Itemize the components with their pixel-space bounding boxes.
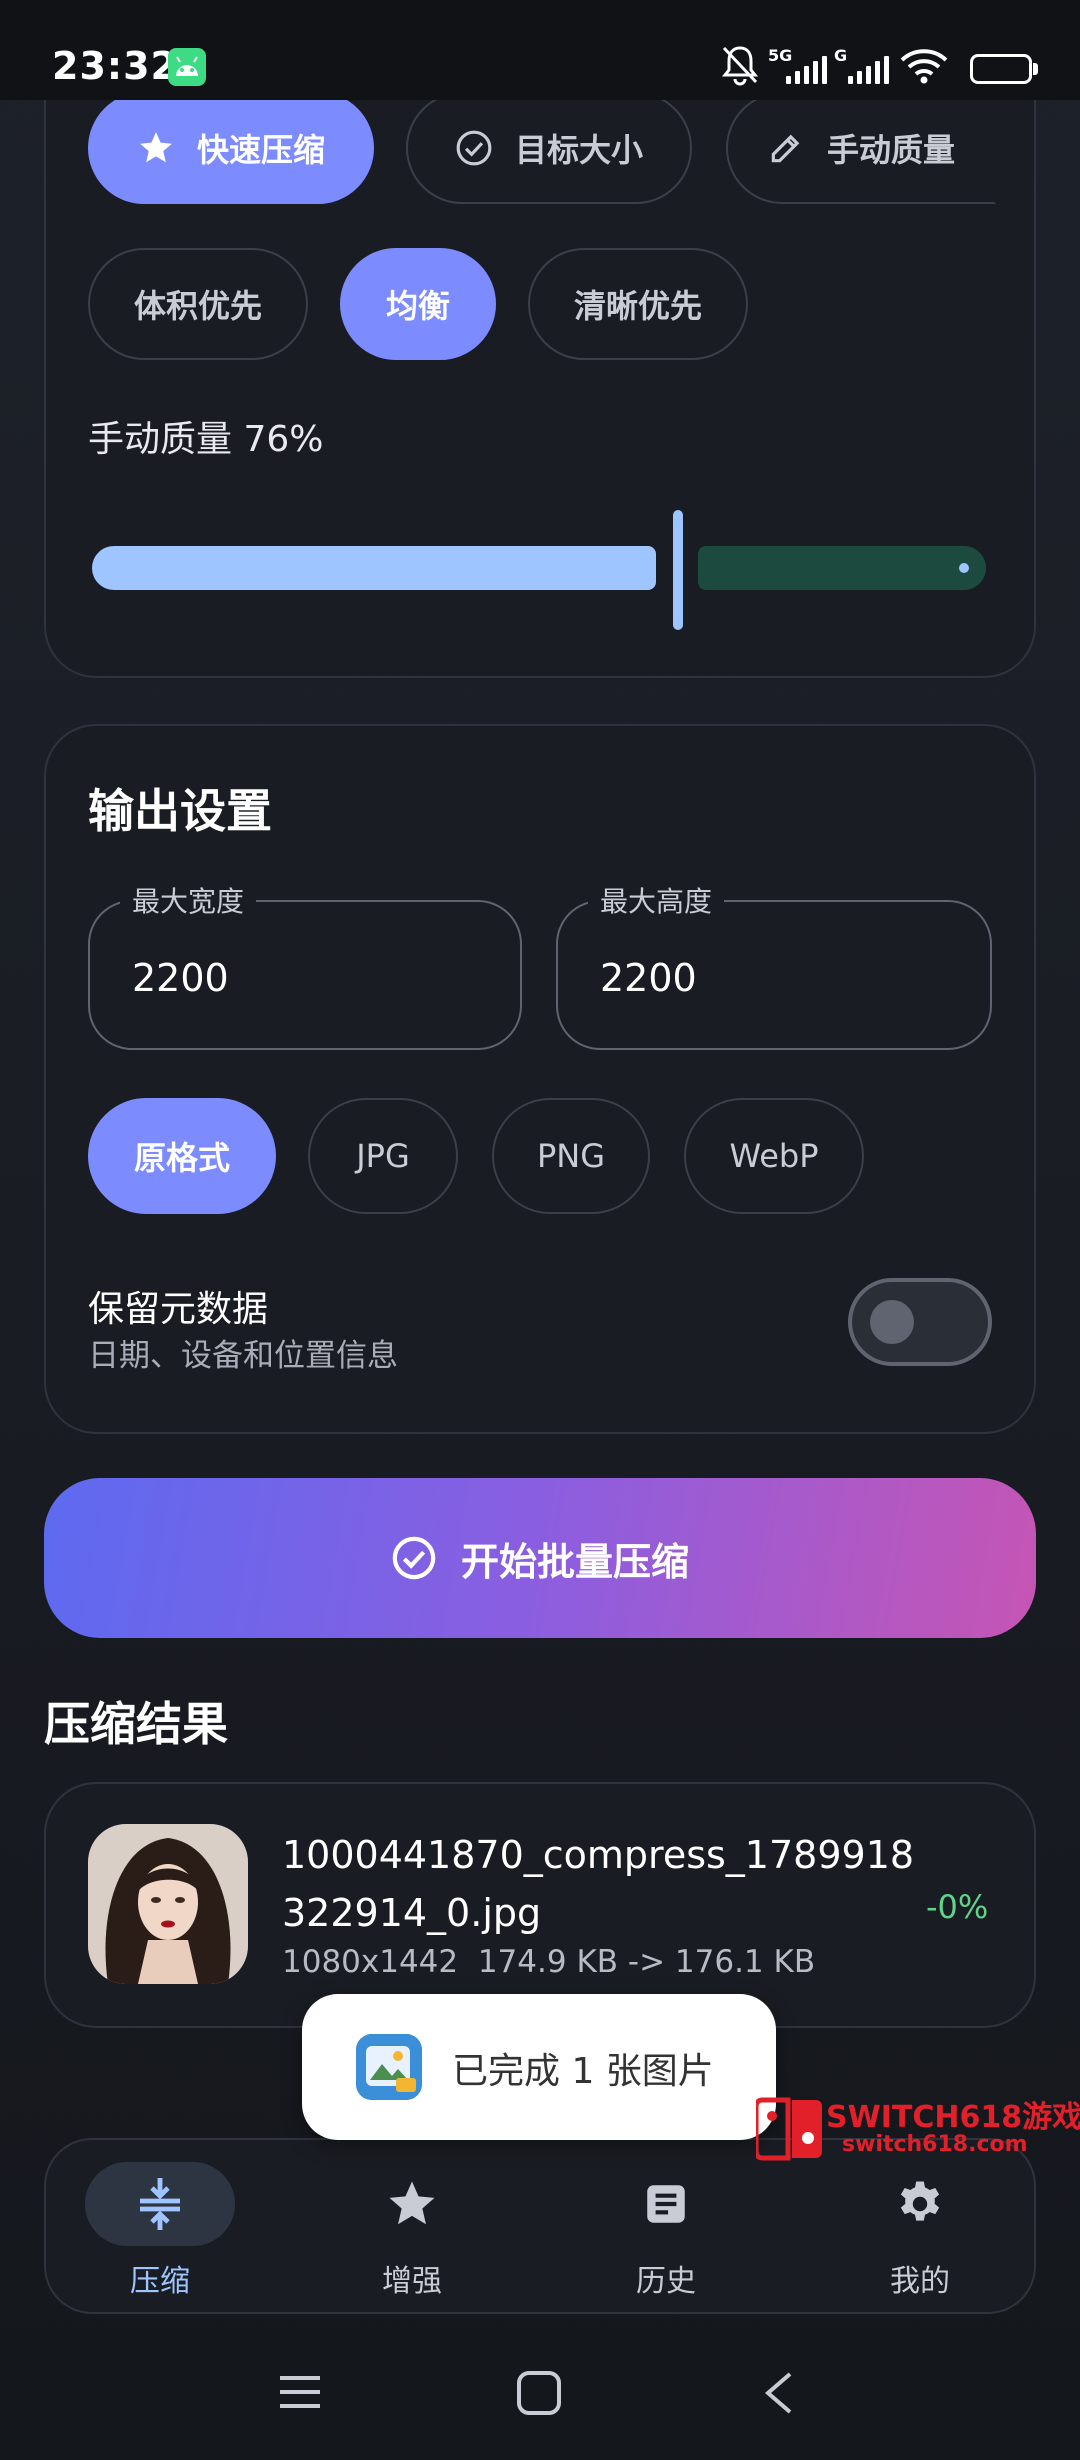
max-width-label: 最大宽度 xyxy=(120,880,257,920)
result-size-change: -0% xyxy=(926,1888,989,1926)
result-details: 1080x1442 174.9 KB -> 176.1 KB xyxy=(282,1944,816,1980)
metadata-toggle[interactable] xyxy=(848,1278,992,1366)
results-title: 压缩结果 xyxy=(44,1697,228,1751)
quality-slider-active-track xyxy=(92,546,656,590)
signal-g-label: G xyxy=(834,46,848,65)
watermark-logo: SWITCH618游戏 switch618.com xyxy=(756,2092,1080,2166)
format-chip-jpg[interactable]: JPG xyxy=(308,1098,458,1214)
toast: 已完成 1 张图片 xyxy=(302,1994,776,2140)
mode-chip-target-size[interactable]: 目标大小 xyxy=(406,92,692,204)
android-notification-icon xyxy=(168,48,206,86)
priority-chip-balanced[interactable]: 均衡 xyxy=(340,248,496,360)
format-chip-png-label: PNG xyxy=(536,1137,606,1175)
mode-chip-manual-quality-label: 手动质量 xyxy=(826,131,955,169)
mute-bell-icon xyxy=(720,44,760,90)
metadata-title: 保留元数据 xyxy=(88,1289,269,1330)
menu-icon[interactable] xyxy=(278,2372,322,2412)
format-chip-png[interactable]: PNG xyxy=(492,1098,650,1214)
nav-profile-icon-wrap xyxy=(845,2162,995,2246)
back-icon[interactable] xyxy=(760,2370,796,2416)
nav-history-icon-wrap xyxy=(591,2162,741,2246)
mode-chip-target-size-label: 目标大小 xyxy=(514,131,643,169)
result-thumbnail xyxy=(88,1824,248,1984)
watermark-url: switch618.com xyxy=(842,2132,1028,2157)
document-icon xyxy=(647,2185,685,2223)
nav-item-profile[interactable]: 我的 xyxy=(820,2152,1020,2302)
format-chip-original[interactable]: 原格式 xyxy=(88,1098,276,1214)
max-height-input[interactable] xyxy=(600,950,900,1006)
nav-history-label: 历史 xyxy=(636,2264,696,2299)
priority-chip-balanced-label: 均衡 xyxy=(385,287,450,325)
battery-icon: 65 xyxy=(970,54,1032,84)
output-settings-title: 输出设置 xyxy=(88,784,272,838)
nav-compress-icon-wrap xyxy=(85,2162,235,2246)
nav-enhance-icon-wrap xyxy=(337,2162,487,2246)
quality-slider-thumb[interactable] xyxy=(673,510,683,630)
gallery-app-icon xyxy=(356,2034,422,2100)
check-circle-icon xyxy=(456,130,492,166)
max-height-label: 最大高度 xyxy=(588,880,725,920)
mode-chip-manual-quality[interactable]: 手动质量 xyxy=(726,92,996,204)
format-chip-webp[interactable]: WebP xyxy=(684,1098,864,1214)
priority-chip-size-label: 体积优先 xyxy=(133,287,262,325)
toast-text: 已完成 1 张图片 xyxy=(452,2051,714,2092)
max-height-field[interactable]: 最大高度 xyxy=(556,880,992,1050)
start-batch-compress-button[interactable]: 开始批量压缩 xyxy=(44,1478,1036,1638)
max-width-input[interactable] xyxy=(132,950,432,1006)
switch-console-logo xyxy=(756,2097,822,2161)
max-width-field[interactable]: 最大宽度 xyxy=(88,880,522,1050)
format-chip-webp-label: WebP xyxy=(729,1137,819,1175)
nav-item-enhance[interactable]: 增强 xyxy=(312,2152,512,2302)
quality-label: 手动质量 76% xyxy=(88,419,324,460)
metadata-toggle-knob xyxy=(870,1300,914,1344)
nav-enhance-label: 增强 xyxy=(382,2264,442,2299)
format-chip-original-label: 原格式 xyxy=(133,1139,230,1177)
check-circle-icon xyxy=(392,1536,436,1580)
gear-icon xyxy=(900,2181,940,2221)
status-time: 23:32 xyxy=(52,44,178,88)
nav-item-compress[interactable]: 压缩 xyxy=(60,2152,260,2302)
nav-compress-label: 压缩 xyxy=(130,2264,190,2299)
star-icon xyxy=(140,132,172,163)
start-batch-compress-label: 开始批量压缩 xyxy=(460,1539,689,1584)
format-chip-jpg-label: JPG xyxy=(356,1137,410,1175)
compress-icon xyxy=(140,2178,180,2230)
quality-slider-inactive-track xyxy=(698,546,986,590)
result-filename: 1000441870_compress_1789918322914_0.jpg xyxy=(282,1833,915,1935)
priority-chip-clarity[interactable]: 清晰优先 xyxy=(528,248,748,360)
priority-chip-clarity-label: 清晰优先 xyxy=(573,287,702,325)
watermark-title: SWITCH618游戏 xyxy=(826,2100,1080,2135)
metadata-subtitle: 日期、设备和位置信息 xyxy=(88,1338,398,1374)
quality-slider-end-dot xyxy=(959,563,969,573)
nav-profile-label: 我的 xyxy=(890,2264,950,2299)
wifi-icon xyxy=(900,48,948,88)
battery-level-text: 65 xyxy=(988,58,1014,79)
pencil-icon xyxy=(771,134,800,163)
battery-cap xyxy=(1033,63,1038,75)
mode-chip-quick-label: 快速压缩 xyxy=(196,131,325,169)
system-navigation-bar xyxy=(0,2340,1080,2460)
nav-item-history[interactable]: 历史 xyxy=(566,2152,766,2302)
status-bar: 23:32 5G G 65 xyxy=(0,0,1080,100)
mode-chip-quick[interactable]: 快速压缩 xyxy=(88,92,374,204)
star-icon xyxy=(389,2181,435,2225)
home-icon[interactable] xyxy=(516,2370,562,2416)
priority-chip-size[interactable]: 体积优先 xyxy=(88,248,308,360)
